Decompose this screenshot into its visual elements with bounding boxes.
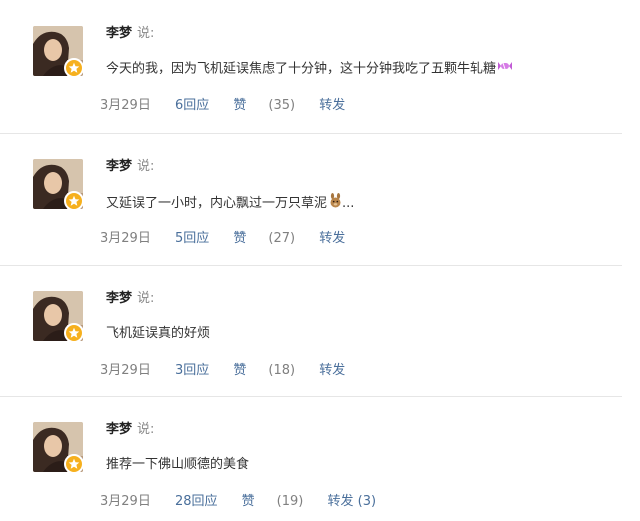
verified-badge-icon — [64, 323, 84, 343]
verified-badge-icon — [64, 58, 84, 78]
post-content: 今天的我，因为飞机延误焦虑了十分钟，这十分钟我吃了五颗牛轧糖 — [106, 60, 513, 79]
author-line: 李梦 说: — [106, 422, 154, 438]
reply-link[interactable]: 5回应 — [175, 230, 209, 248]
author-name[interactable]: 李梦 — [106, 159, 132, 174]
author-line: 李梦 说: — [106, 159, 154, 175]
post-item: 李梦 说: 推荐一下佛山顺德的美食 3月29日 28回应 赞 (19) 转发 (3) — [0, 396, 622, 521]
like-button[interactable]: 赞 (27) — [233, 230, 295, 248]
like-button[interactable]: 赞 (35) — [233, 97, 295, 115]
verified-badge-icon — [64, 454, 84, 474]
post-text: 今天的我，因为飞机延误焦虑了十分钟，这十分钟我吃了五颗牛轧糖 — [106, 61, 497, 77]
post-content: 推荐一下佛山顺德的美食 — [106, 456, 249, 474]
post-item: 李梦 说: 今天的我，因为飞机延误焦虑了十分钟，这十分钟我吃了五颗牛轧糖 3月29… — [0, 0, 622, 134]
post-content: 飞机延误真的好烦 — [106, 325, 210, 343]
repost-link[interactable]: 转发 — [319, 97, 345, 115]
author-name[interactable]: 李梦 — [106, 422, 132, 437]
post-item: 李梦 说: 又延误了一小时，内心飘过一万只草泥... 3月29日 5回应 赞 (27… — [0, 133, 622, 266]
reply-link[interactable]: 3回应 — [175, 362, 209, 380]
post-meta: 3月29日 3回应 赞 (18) 转发 — [100, 362, 365, 380]
post-meta: 3月29日 6回应 赞 (35) 转发 — [100, 97, 365, 115]
said-label: 说: — [137, 26, 155, 41]
post-content: 又延误了一小时，内心飘过一万只草泥... — [106, 193, 354, 214]
post-date[interactable]: 3月29日 — [100, 493, 151, 511]
like-label[interactable]: 赞 — [242, 493, 255, 511]
post-meta: 3月29日 5回应 赞 (27) 转发 — [100, 230, 365, 248]
post-date[interactable]: 3月29日 — [100, 97, 151, 115]
post-text: 又延误了一小时，内心飘过一万只草泥 — [106, 196, 328, 211]
like-count: (27) — [268, 231, 296, 246]
repost-link[interactable]: 转发 — [319, 362, 345, 380]
candy-icon — [498, 60, 513, 78]
repost-link[interactable]: 转发 (3) — [328, 493, 377, 511]
author-name[interactable]: 李梦 — [106, 291, 132, 306]
like-button[interactable]: 赞 (18) — [233, 362, 295, 380]
like-label[interactable]: 赞 — [233, 362, 246, 380]
post-text: 飞机延误真的好烦 — [106, 326, 211, 341]
post-date[interactable]: 3月29日 — [100, 362, 151, 380]
post-text-ellipsis: ... — [342, 196, 355, 211]
author-name[interactable]: 李梦 — [106, 26, 132, 41]
author-line: 李梦 说: — [106, 26, 154, 42]
like-button[interactable]: 赞 (19) — [242, 493, 304, 511]
said-label: 说: — [137, 422, 155, 437]
repost-link[interactable]: 转发 — [319, 230, 345, 248]
like-count: (19) — [276, 494, 304, 509]
like-count: (18) — [268, 363, 296, 378]
post-meta: 3月29日 28回应 赞 (19) 转发 (3) — [100, 493, 396, 511]
like-label[interactable]: 赞 — [233, 97, 246, 115]
alpaca-icon — [329, 193, 342, 214]
said-label: 说: — [137, 291, 155, 306]
like-label[interactable]: 赞 — [233, 230, 246, 248]
like-count: (35) — [268, 98, 296, 113]
reply-link[interactable]: 28回应 — [175, 493, 218, 511]
post-date[interactable]: 3月29日 — [100, 230, 151, 248]
reply-link[interactable]: 6回应 — [175, 97, 209, 115]
said-label: 说: — [137, 159, 155, 174]
post-item: 李梦 说: 飞机延误真的好烦 3月29日 3回应 赞 (18) 转发 — [0, 265, 622, 397]
author-line: 李梦 说: — [106, 291, 154, 307]
post-text: 推荐一下佛山顺德的美食 — [106, 457, 250, 472]
verified-badge-icon — [64, 191, 84, 211]
